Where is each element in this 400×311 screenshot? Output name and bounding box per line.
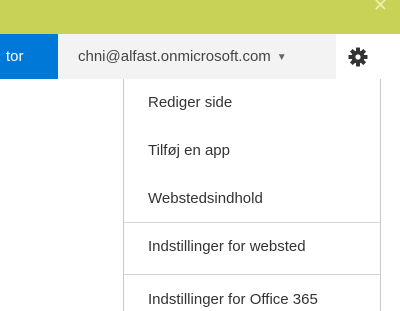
header-tab[interactable]: tor	[0, 34, 58, 79]
menu-item-add-app[interactable]: Tilføj en app	[124, 142, 380, 159]
menu-item-office365-settings[interactable]: Indstillinger for Office 365	[124, 291, 380, 308]
menu-item-label: Webstedsindhold	[148, 190, 263, 207]
menu-item-site-contents[interactable]: Webstedsindhold	[124, 190, 380, 207]
menu-item-site-settings[interactable]: Indstillinger for websted	[124, 238, 380, 255]
suite-bar: ✕	[0, 0, 400, 34]
account-menu-button[interactable]: chni@alfast.onmicrosoft.com ▼	[58, 34, 336, 79]
chevron-down-icon: ▼	[276, 52, 287, 63]
menu-divider	[124, 222, 380, 223]
menu-item-edit-page[interactable]: Rediger side	[124, 94, 380, 111]
account-label: chni@alfast.onmicrosoft.com	[78, 48, 271, 65]
menu-item-label: Rediger side	[148, 94, 233, 111]
menu-item-label: Indstillinger for Office 365	[148, 291, 318, 308]
header-tab-label: tor	[6, 48, 24, 65]
header-row: tor chni@alfast.onmicrosoft.com ▼	[0, 34, 400, 79]
menu-item-label: Indstillinger for websted	[148, 238, 306, 255]
expand-icon[interactable]: ✕	[373, 0, 388, 14]
menu-divider	[124, 274, 380, 275]
gear-icon	[348, 47, 368, 66]
settings-dropdown-menu: Rediger side Tilføj en app Webstedsindho…	[123, 79, 381, 311]
settings-button[interactable]	[336, 34, 380, 79]
menu-item-label: Tilføj en app	[148, 142, 230, 159]
